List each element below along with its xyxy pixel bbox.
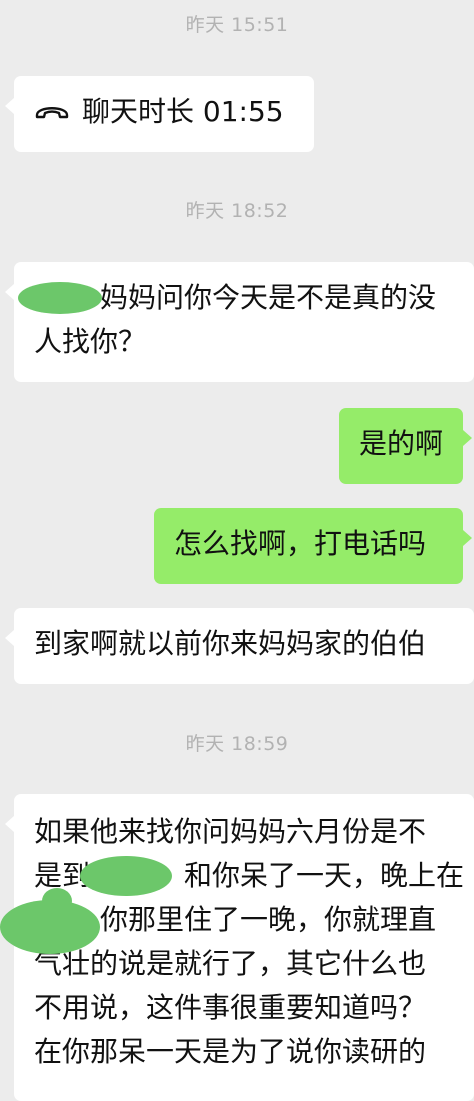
- phone-hangup-icon: [35, 107, 69, 119]
- message-text: 怎么找啊，打电话吗: [174, 527, 427, 560]
- call-record-bubble[interactable]: 聊天时长 01:55: [5, 76, 314, 152]
- incoming-message[interactable]: 妈妈问你今天是不是真的没 人找你？: [5, 262, 474, 382]
- message-text-line: 如果他来找你问妈妈六月份是不: [34, 815, 427, 848]
- timestamp: 昨天 18:59: [185, 733, 289, 755]
- timestamp: 昨天 18:52: [185, 200, 289, 222]
- outgoing-message[interactable]: 怎么找啊，打电话吗: [154, 508, 472, 584]
- redaction-mark: [80, 856, 172, 896]
- message-text-line: 气壮的说是就行了，其它什么也: [34, 947, 427, 980]
- message-text-fragment: 和你呆了一天，晚上在: [184, 859, 465, 892]
- message-text-line: 在你那呆一天是为了说你读研的: [34, 1035, 427, 1068]
- redaction-mark: [18, 282, 102, 314]
- message-text-line: 人找你？: [34, 325, 147, 358]
- call-duration-label: 聊天时长 01:55: [82, 95, 284, 128]
- message-text: 到家啊就以前你来妈妈家的伯伯: [34, 627, 427, 660]
- message-text-line: 不用说，这件事很重要知道吗？: [34, 991, 427, 1024]
- incoming-message[interactable]: 如果他来找你问妈妈六月份是不 是到 和你呆了一天，晚上在 你那里住了一晚，你就理直…: [5, 794, 474, 1101]
- timestamp: 昨天 15:51: [185, 14, 289, 36]
- incoming-message[interactable]: 到家啊就以前你来妈妈家的伯伯: [5, 608, 474, 684]
- redaction-mark: [42, 888, 72, 914]
- outgoing-message[interactable]: 是的啊: [339, 408, 472, 484]
- message-text: 是的啊: [359, 427, 444, 460]
